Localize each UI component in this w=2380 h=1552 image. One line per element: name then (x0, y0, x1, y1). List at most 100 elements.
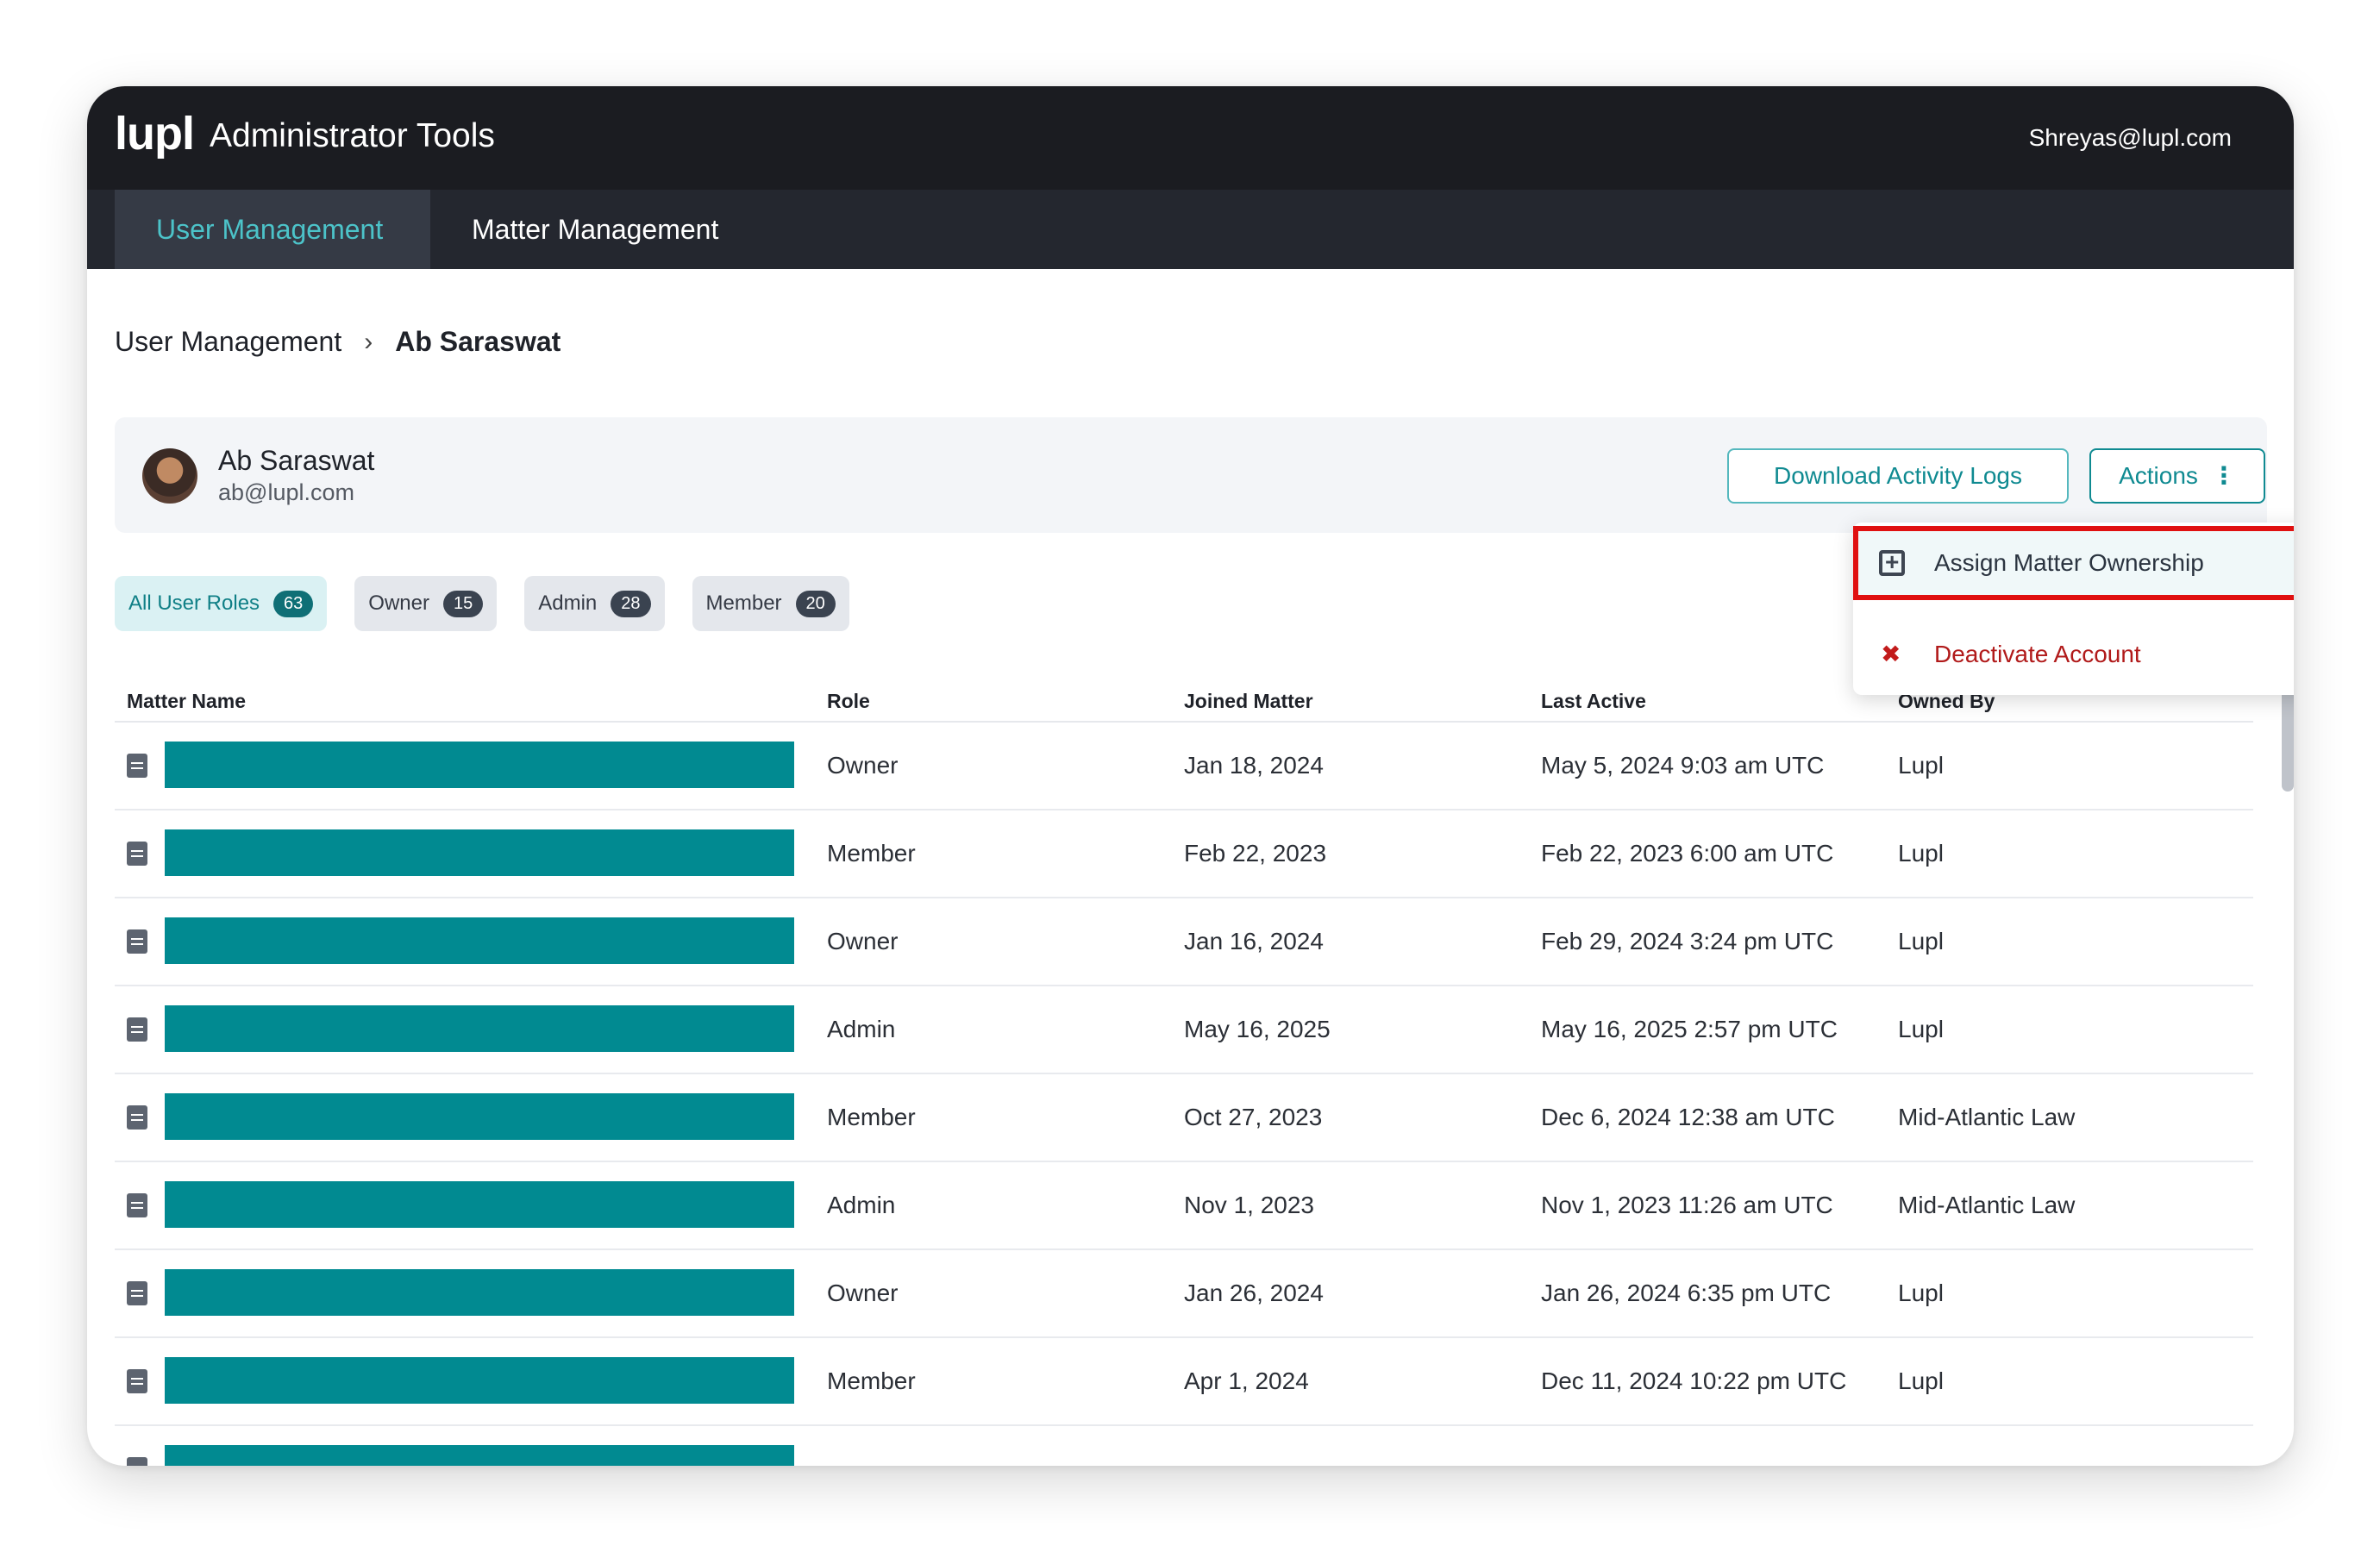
filter-count-badge: 63 (273, 590, 314, 617)
actions-button-label: Actions (2119, 462, 2198, 489)
top-bar: lupl Administrator Tools Shreyas@lupl.co… (87, 86, 2294, 190)
filter-label: Admin (538, 591, 598, 615)
user-email-menu[interactable]: Shreyas@lupl.com (2029, 124, 2232, 152)
breadcrumb-user-management-link[interactable]: User Management (115, 326, 341, 358)
lupl-logo[interactable]: lupl (115, 107, 195, 160)
document-icon (127, 1105, 147, 1130)
table-row[interactable]: Admin Nov 1, 2023 Nov 1, 2023 11:26 am U… (115, 1162, 2253, 1250)
actions-button[interactable]: Actions ⋮ (2089, 448, 2265, 504)
redacted-matter-name[interactable] (165, 1357, 794, 1404)
document-icon (127, 842, 147, 866)
table-row[interactable]: Owner Jan 18, 2024 May 5, 2024 9:03 am U… (115, 723, 2253, 810)
cell-last-active: Feb 29, 2024 3:24 pm UTC (1541, 928, 1834, 954)
cell-last-active: Dec 11, 2024 10:22 pm UTC (1541, 1367, 1847, 1394)
document-icon (127, 1017, 147, 1042)
filter-label: Member (705, 591, 782, 615)
filter-admin[interactable]: Admin 28 (524, 576, 665, 631)
redacted-matter-name[interactable] (165, 1445, 794, 1466)
user-email: ab@lupl.com (218, 479, 354, 505)
redacted-matter-name[interactable] (165, 829, 794, 876)
cell-joined: May 16, 2025 (1184, 1016, 1331, 1042)
cell-role: Member (827, 840, 916, 867)
table-row-partial[interactable] (115, 1426, 2253, 1466)
cell-last-active: Nov 1, 2023 11:26 am UTC (1541, 1192, 1833, 1218)
tab-bar: User Management Matter Management (87, 190, 2294, 269)
breadcrumb-current: Ab Saraswat (395, 326, 561, 357)
document-icon (127, 1281, 147, 1305)
cell-joined: Jan 16, 2024 (1184, 928, 1324, 954)
filter-count-badge: 20 (795, 590, 836, 617)
column-header-last-active[interactable]: Last Active (1541, 690, 1646, 713)
assign-matter-ownership-menu-item[interactable]: Assign Matter Ownership (1853, 526, 2294, 600)
deactivate-account-menu-item[interactable]: Deactivate Account (1853, 617, 2294, 692)
table-row[interactable]: Owner Jan 16, 2024 Feb 29, 2024 3:24 pm … (115, 898, 2253, 986)
tab-matter-management[interactable]: Matter Management (430, 190, 760, 269)
cell-joined: Nov 1, 2023 (1184, 1192, 1314, 1218)
cell-owned-by: Mid-Atlantic Law (1898, 1104, 2076, 1130)
cell-owned-by: Lupl (1898, 840, 1944, 867)
cell-role: Owner (827, 1280, 899, 1306)
user-card: Ab Saraswat ab@lupl.com Download Activit… (115, 417, 2267, 533)
avatar (142, 448, 197, 504)
user-off-icon (1879, 640, 1905, 668)
cell-joined: Oct 27, 2023 (1184, 1104, 1323, 1130)
cell-role: Owner (827, 752, 899, 779)
cell-owned-by: Lupl (1898, 928, 1944, 954)
document-icon (127, 754, 147, 778)
column-header-role[interactable]: Role (827, 690, 870, 713)
redacted-matter-name[interactable] (165, 742, 794, 788)
redacted-matter-name[interactable] (165, 1269, 794, 1316)
cell-joined: Feb 22, 2023 (1184, 840, 1327, 867)
filter-all-user-roles[interactable]: All User Roles 63 (115, 576, 328, 631)
actions-dropdown-menu: Assign Matter Ownership Deactivate Accou… (1853, 523, 2294, 695)
cell-role: Admin (827, 1016, 896, 1042)
cell-owned-by: Lupl (1898, 1016, 1944, 1042)
download-activity-logs-button[interactable]: Download Activity Logs (1727, 448, 2069, 504)
app-title: Administrator Tools (210, 117, 495, 154)
cell-role: Member (827, 1104, 916, 1130)
cell-role: Member (827, 1367, 916, 1394)
document-icon (127, 1369, 147, 1393)
cell-owned-by: Mid-Atlantic Law (1898, 1192, 2076, 1218)
assign-matter-ownership-label: Assign Matter Ownership (1934, 549, 2204, 576)
cell-last-active: Dec 6, 2024 12:38 am UTC (1541, 1104, 1835, 1130)
redacted-matter-name[interactable] (165, 1181, 794, 1228)
filter-owner[interactable]: Owner 15 (354, 576, 498, 631)
document-icon (127, 929, 147, 954)
redacted-matter-name[interactable] (165, 1005, 794, 1052)
cell-joined: Jan 26, 2024 (1184, 1280, 1324, 1306)
filter-count-badge: 15 (442, 590, 484, 617)
cell-owned-by: Lupl (1898, 752, 1944, 779)
app-window: lupl Administrator Tools Shreyas@lupl.co… (87, 86, 2294, 1466)
role-filters: All User Roles 63 Owner 15 Admin 28 Memb… (115, 576, 849, 631)
cell-role: Owner (827, 928, 899, 954)
column-header-matter-name[interactable]: Matter Name (127, 690, 246, 713)
column-header-joined-matter[interactable]: Joined Matter (1184, 690, 1313, 713)
matters-table: Matter Name Role Joined Matter Last Acti… (115, 686, 2253, 1466)
cell-last-active: May 16, 2025 2:57 pm UTC (1541, 1016, 1838, 1042)
cell-owned-by: Lupl (1898, 1367, 1944, 1394)
filter-count-badge: 28 (611, 590, 651, 617)
redacted-matter-name[interactable] (165, 1093, 794, 1140)
cell-last-active: Jan 26, 2024 6:35 pm UTC (1541, 1280, 1832, 1306)
cell-last-active: Feb 22, 2023 6:00 am UTC (1541, 840, 1834, 867)
table-row[interactable]: Member Feb 22, 2023 Feb 22, 2023 6:00 am… (115, 810, 2253, 898)
filter-label: Owner (368, 591, 429, 615)
vertical-scrollbar-thumb[interactable] (2282, 683, 2294, 792)
add-to-library-icon (1879, 548, 1905, 576)
table-row[interactable]: Member Apr 1, 2024 Dec 11, 2024 10:22 pm… (115, 1338, 2253, 1426)
user-name: Ab Saraswat (218, 445, 375, 476)
table-row[interactable]: Member Oct 27, 2023 Dec 6, 2024 12:38 am… (115, 1074, 2253, 1162)
filter-label: All User Roles (128, 591, 260, 615)
cell-last-active: May 5, 2024 9:03 am UTC (1541, 752, 1825, 779)
chevron-right-icon: › (364, 327, 373, 356)
table-row[interactable]: Owner Jan 26, 2024 Jan 26, 2024 6:35 pm … (115, 1250, 2253, 1338)
cell-role: Admin (827, 1192, 896, 1218)
breadcrumb: User Management › Ab Saraswat (115, 326, 561, 358)
more-vertical-icon: ⋮ (2211, 462, 2236, 489)
cell-joined: Jan 18, 2024 (1184, 752, 1324, 779)
redacted-matter-name[interactable] (165, 917, 794, 964)
tab-user-management[interactable]: User Management (115, 190, 430, 269)
table-row[interactable]: Admin May 16, 2025 May 16, 2025 2:57 pm … (115, 986, 2253, 1074)
filter-member[interactable]: Member 20 (692, 576, 849, 631)
